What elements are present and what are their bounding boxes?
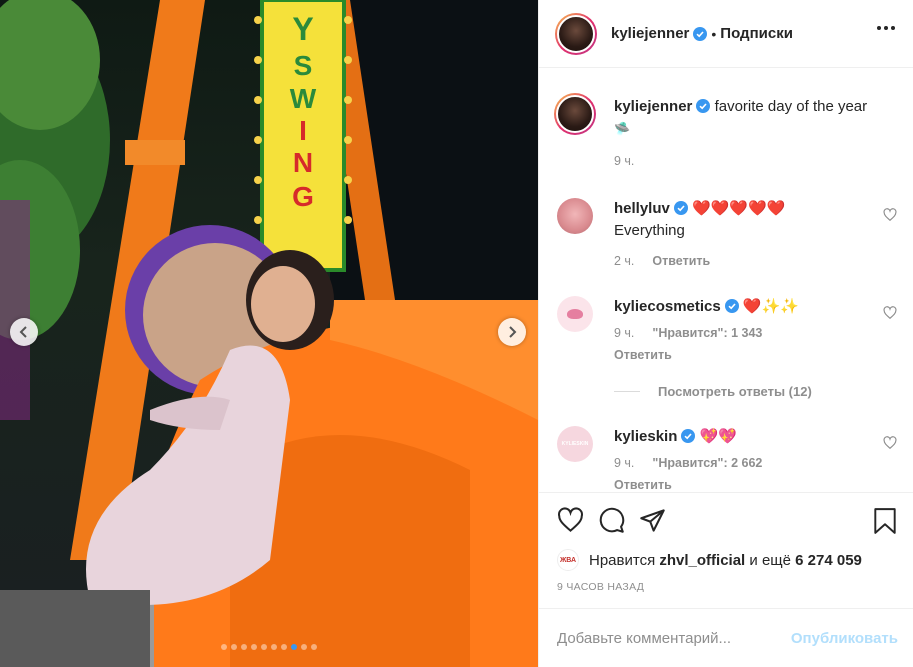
more-options-icon[interactable] (877, 26, 895, 30)
liker-avatar[interactable]: ЖВА (557, 549, 579, 571)
verified-badge-icon (681, 429, 696, 443)
svg-text:S: S (294, 50, 313, 81)
post-actions: ЖВА Нравится zhvl_official и ещё 6 274 0… (539, 492, 913, 602)
likes-count[interactable]: 6 274 059 (795, 552, 862, 569)
carousel-indicator (0, 644, 538, 650)
carousel-dot (231, 644, 237, 650)
reply-button[interactable]: Ответить (614, 344, 672, 366)
comment-likes[interactable]: "Нравится": 2 662 (652, 452, 762, 474)
carousel-dot (221, 644, 227, 650)
svg-text:N: N (293, 147, 313, 178)
post-header: kyliejenner • Подписки (539, 0, 913, 68)
carousel-dot (301, 644, 307, 650)
like-comment-heart-icon[interactable] (883, 306, 897, 320)
share-paper-plane-icon[interactable] (639, 507, 666, 534)
verified-badge-icon (673, 201, 688, 215)
reply-button[interactable]: Ответить (614, 474, 672, 492)
comment-username[interactable]: kylieskin (614, 428, 677, 445)
caption-avatar[interactable] (554, 93, 596, 135)
comment-avatar[interactable]: KYLIESKIN (557, 426, 593, 462)
comments-list: kyliejenner favorite day of the year 🛸 9… (539, 68, 913, 492)
comment-time[interactable]: 9 ч. (614, 322, 634, 344)
post-comment-button[interactable]: Опубликовать (791, 630, 898, 647)
svg-text:W: W (290, 83, 317, 114)
post-sidebar: kyliejenner • Подписки kyliejenner favor… (538, 0, 913, 667)
chevron-right-icon (509, 326, 517, 338)
likes-prefix: Нравится (589, 551, 656, 569)
sign-text-top: Y (292, 11, 313, 47)
comment-bubble-icon[interactable] (598, 507, 625, 534)
caption-text: favorite day of the year (714, 98, 868, 115)
svg-text:G: G (292, 181, 314, 212)
verified-badge-icon (696, 99, 711, 113)
comment-time[interactable]: 9 ч. (614, 452, 634, 474)
carousel-prev-button[interactable] (10, 318, 38, 346)
comment-username[interactable]: hellyluv (614, 200, 670, 217)
photo-scene: Y S W I N G (0, 0, 538, 667)
comment-input[interactable] (557, 629, 782, 647)
reply-button[interactable]: Ответить (652, 250, 710, 272)
comment-item: kyliecosmetics ❤️✨✨ 9 ч. "Нравится": 1 34… (557, 296, 897, 366)
view-replies-label: Посмотреть ответы (12) (658, 384, 812, 399)
likes-mid: и ещё (749, 551, 791, 569)
liker-username[interactable]: zhvl_official (659, 552, 745, 569)
carousel-dot (311, 644, 317, 650)
carousel-dot (281, 644, 287, 650)
header-separator: • (711, 25, 717, 42)
comment-item: KYLIESKIN kylieskin 💖💖 9 ч. "Нравится": 2… (557, 426, 897, 492)
replies-divider (614, 391, 640, 392)
likes-summary: ЖВА Нравится zhvl_official и ещё 6 274 0… (557, 549, 862, 571)
ufo-emoji: 🛸 (614, 121, 631, 136)
carousel-next-button[interactable] (498, 318, 526, 346)
chevron-left-icon (19, 326, 27, 338)
carousel-dot (251, 644, 257, 650)
comment-emoji: ❤️✨✨ (742, 298, 799, 315)
verified-badge-icon (693, 26, 708, 41)
comment-emoji: 💖💖 (699, 428, 737, 445)
add-comment-bar: Опубликовать (539, 608, 913, 667)
caption-time[interactable]: 9 ч. (614, 150, 634, 172)
like-comment-heart-icon[interactable] (883, 208, 897, 222)
comment-likes[interactable]: "Нравится": 1 343 (652, 322, 762, 344)
post-photo: Y S W I N G (0, 0, 538, 667)
carousel-dot (261, 644, 267, 650)
comment-avatar[interactable] (557, 198, 593, 234)
bookmark-icon[interactable] (872, 507, 898, 535)
avatar[interactable] (555, 12, 597, 55)
post-time-ago[interactable]: 9 ЧАСОВ НАЗАД (557, 581, 644, 593)
verified-badge-icon (724, 299, 739, 313)
comment-emoji: ❤️❤️❤️❤️❤️ (692, 200, 786, 217)
comment-time[interactable]: 2 ч. (614, 250, 634, 272)
caption-username[interactable]: kyliejenner (614, 98, 692, 115)
carousel-dot (271, 644, 277, 650)
like-comment-heart-icon[interactable] (883, 436, 897, 450)
view-replies-button[interactable]: Посмотреть ответы (12) (614, 384, 812, 399)
comment-item: hellyluv ❤️❤️❤️❤️❤️ Everything 2 ч. Ответ… (557, 198, 897, 272)
carousel-dot (241, 644, 247, 650)
carousel-dot (291, 644, 297, 650)
caption: kyliejenner favorite day of the year 🛸 9… (554, 93, 897, 172)
comment-text: Everything (614, 222, 685, 239)
svg-text:I: I (299, 115, 307, 146)
like-heart-icon[interactable] (557, 507, 584, 534)
follow-button[interactable]: Подписки (720, 25, 793, 42)
comment-avatar[interactable] (557, 296, 593, 332)
comment-username[interactable]: kyliecosmetics (614, 298, 721, 315)
header-username[interactable]: kyliejenner (611, 25, 689, 42)
